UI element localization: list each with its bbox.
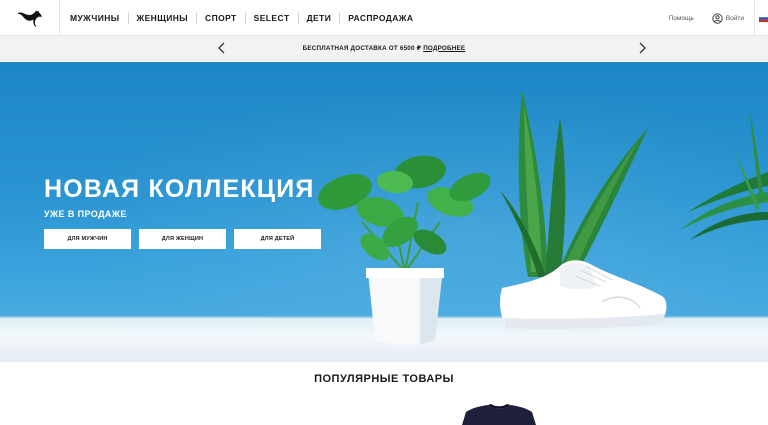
login-label: Войти xyxy=(725,14,744,22)
promo-bar: БЕСПЛАТНАЯ ДОСТАВКА ОТ 6500 ₽ ПОДРОБНЕЕ xyxy=(0,36,768,61)
shop-men-button[interactable]: ДЛЯ МУЖЧИН xyxy=(44,229,131,249)
main-nav: МУЖЧИНЫ ЖЕНЩИНЫ СПОРТ SELECT ДЕТИ РАСПРО… xyxy=(60,0,421,36)
hero-subtitle: УЖЕ В ПРОДАЖЕ xyxy=(44,209,127,219)
user-circle-icon xyxy=(712,12,723,24)
login-button[interactable]: Войти xyxy=(712,12,744,24)
region-selector[interactable] xyxy=(754,0,768,36)
nav-men[interactable]: МУЖЧИНЫ xyxy=(62,11,129,24)
product-tshirt-image[interactable] xyxy=(462,404,536,425)
hero-title: НОВАЯ КОЛЛЕКЦИЯ xyxy=(44,175,315,203)
nav-kids[interactable]: ДЕТИ xyxy=(299,11,341,24)
site-header: МУЖЧИНЫ ЖЕНЩИНЫ СПОРТ SELECT ДЕТИ РАСПРО… xyxy=(0,0,768,36)
chevron-right-icon[interactable] xyxy=(636,42,648,54)
potted-plant xyxy=(318,155,491,345)
nav-select[interactable]: SELECT xyxy=(246,11,299,24)
shop-women-button[interactable]: ДЛЯ ЖЕНЩИН xyxy=(139,229,226,249)
promo-text: БЕСПЛАТНАЯ ДОСТАВКА ОТ 6500 ₽ ПОДРОБНЕЕ xyxy=(303,45,466,52)
puma-cat-icon xyxy=(17,10,42,26)
russia-flag-icon xyxy=(759,14,768,22)
popular-section: ПОПУЛЯРНЫЕ ТОВАРЫ xyxy=(0,362,768,425)
help-link[interactable]: Помощь xyxy=(669,15,694,22)
snake-plant xyxy=(500,90,648,277)
palm-leaves xyxy=(680,112,768,240)
white-sneaker xyxy=(500,260,667,329)
hero-banner[interactable]: НОВАЯ КОЛЛЕКЦИЯ УЖЕ В ПРОДАЖЕ ДЛЯ МУЖЧИН… xyxy=(0,62,768,362)
promo-details-link[interactable]: ПОДРОБНЕЕ xyxy=(423,45,465,52)
nav-women[interactable]: ЖЕНЩИНЫ xyxy=(129,11,198,24)
popular-title: ПОПУЛЯРНЫЕ ТОВАРЫ xyxy=(314,373,454,385)
chevron-left-icon[interactable] xyxy=(216,42,228,54)
promo-message: БЕСПЛАТНАЯ ДОСТАВКА ОТ 6500 ₽ xyxy=(302,44,422,52)
puma-logo[interactable] xyxy=(0,0,60,36)
header-utilities: Помощь Войти xyxy=(669,0,768,36)
nav-sport[interactable]: СПОРТ xyxy=(197,11,246,24)
nav-sale[interactable]: РАСПРОДАЖА xyxy=(340,12,421,24)
shop-kids-button[interactable]: ДЛЯ ДЕТЕЙ xyxy=(234,229,321,249)
